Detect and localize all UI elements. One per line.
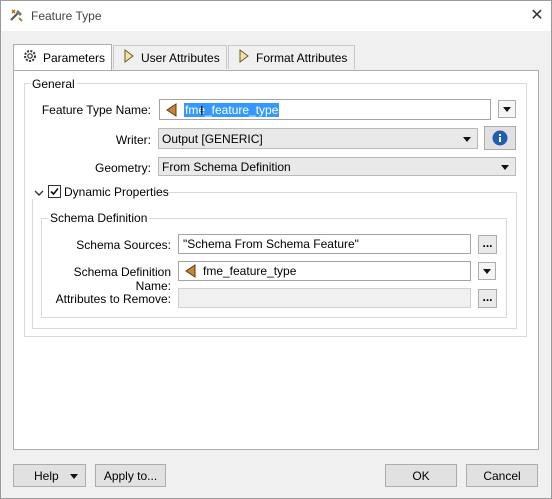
tab-parameters[interactable]: Parameters — [13, 44, 112, 70]
writer-select[interactable]: Output [GENERIC] — [158, 128, 478, 149]
schema-sources-input[interactable]: "Schema From Schema Feature" — [178, 234, 471, 254]
schema-definition-name-label: Schema Definition Name: — [73, 265, 171, 293]
cancel-label: Cancel — [483, 468, 521, 483]
geometry-value: From Schema Definition — [162, 159, 291, 174]
ok-label: OK — [412, 468, 430, 483]
feature-type-name-value: fme_feature_type — [184, 102, 280, 117]
writer-value: Output [GENERIC] — [162, 131, 263, 146]
chevron-down-icon — [503, 106, 511, 112]
tab-parameters-label: Parameters — [43, 50, 106, 65]
feature-type-arrow-icon — [183, 264, 197, 278]
feature-type-name-input[interactable]: fme_feature_type I — [159, 99, 491, 120]
schema-definition-name-dropdown-button[interactable] — [478, 262, 496, 280]
dynamic-properties-label: Dynamic Properties — [64, 185, 169, 199]
schema-definition-legend: Schema Definition — [48, 211, 150, 225]
writer-info-button[interactable] — [484, 126, 516, 150]
checkmark-icon — [50, 187, 59, 196]
collapse-chevron-icon[interactable] — [34, 186, 44, 200]
window-title: Feature Type — [31, 9, 102, 23]
attributes-to-remove-browse-button[interactable]: ... — [478, 289, 497, 308]
geometry-label: Geometry: — [94, 161, 151, 175]
help-button[interactable]: Help — [13, 464, 86, 487]
schema-sources-value: "Schema From Schema Feature" — [183, 237, 359, 251]
attributes-to-remove-label: Attributes to Remove: — [55, 292, 171, 306]
feature-type-name-label: Feature Type Name: — [41, 103, 151, 117]
apply-to-label: Apply to... — [103, 468, 158, 483]
tab-format-attributes[interactable]: Format Attributes — [228, 45, 355, 69]
gear-icon — [23, 49, 37, 66]
fme-tools-icon — [9, 7, 25, 23]
geometry-select[interactable]: From Schema Definition — [158, 157, 516, 176]
info-icon — [492, 130, 508, 146]
tab-user-attributes[interactable]: User Attributes — [113, 45, 227, 69]
schema-definition-name-input[interactable]: fme_feature_type — [178, 261, 471, 281]
attributes-to-remove-input[interactable] — [178, 288, 471, 308]
writer-label: Writer: — [115, 133, 151, 147]
ok-button[interactable]: OK — [385, 464, 457, 487]
feature-type-name-dropdown-button[interactable] — [498, 100, 516, 118]
feature-type-arrow-icon — [164, 102, 178, 117]
chevron-down-icon — [483, 268, 491, 274]
attribute-arrow-icon — [123, 49, 135, 66]
title-bar: Feature Type ✕ — [1, 1, 551, 31]
attribute-arrow-icon — [238, 49, 250, 66]
schema-sources-browse-button[interactable]: ... — [478, 235, 497, 254]
tab-user-attributes-label: User Attributes — [141, 50, 220, 65]
cancel-button[interactable]: Cancel — [466, 464, 538, 487]
chevron-down-icon — [463, 137, 471, 142]
tab-format-attributes-label: Format Attributes — [256, 50, 348, 65]
help-button-label: Help — [34, 468, 59, 483]
text-cursor-icon: I — [200, 103, 204, 118]
schema-definition-name-value: fme_feature_type — [203, 264, 297, 278]
apply-to-button[interactable]: Apply to... — [95, 464, 166, 487]
dynamic-properties-checkbox[interactable] — [48, 185, 61, 198]
chevron-down-icon — [70, 474, 78, 479]
chevron-down-icon — [501, 165, 509, 170]
schema-sources-label: Schema Sources: — [76, 238, 171, 252]
general-legend: General — [30, 77, 77, 91]
close-icon[interactable]: ✕ — [527, 6, 547, 26]
